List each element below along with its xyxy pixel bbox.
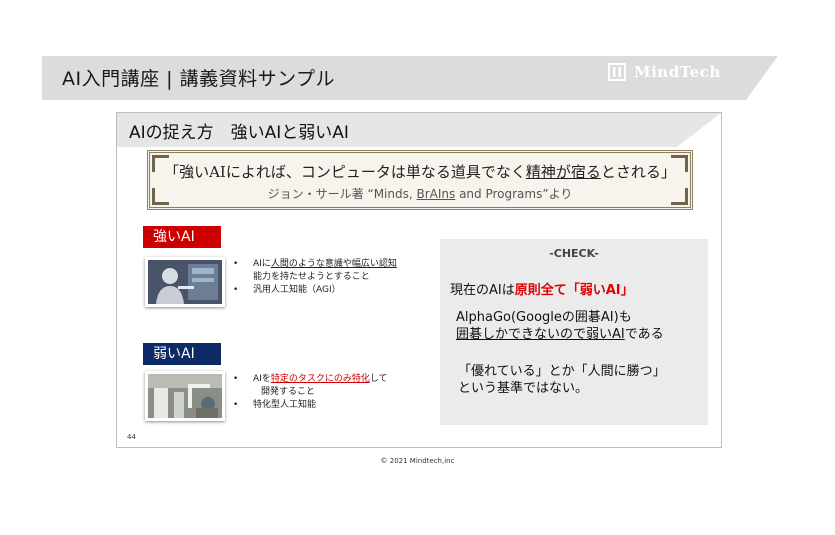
check-example-emphasis: 囲碁しかできないので弱いAI: [456, 327, 625, 342]
check-note-line: 「優れている」とか「人間に勝つ」: [458, 364, 666, 379]
list-item: 開発すること: [233, 386, 388, 399]
check-example: AlphaGo(Googleの囲碁AI)も 囲碁しかできないので弱いAIである: [456, 309, 664, 343]
quote-text: 「強いAIによれば、コンピュータは単なる道具でなく精神が宿るとされる」: [150, 161, 690, 182]
quote-source-part: and Programs”より: [455, 187, 573, 201]
quote-frame: 「強いAIによれば、コンピュータは単なる道具でなく精神が宿るとされる」 ジョン・…: [147, 150, 693, 210]
weak-ai-image: [145, 371, 225, 421]
check-note: 「優れている」とか「人間に勝つ」 という基準ではない。: [458, 363, 666, 397]
quote-source-part: ジョン・サール著 “Minds,: [267, 187, 417, 201]
quote-source: ジョン・サール著 “Minds, BrAIns and Programs”より: [150, 185, 690, 202]
page-number: 44: [127, 433, 136, 441]
list-item: AIに人間のような意識や幅広い認知: [233, 258, 397, 271]
check-example-line: AlphaGo(Googleの囲碁AI)も: [456, 310, 632, 325]
weak-ai-badge: 弱いAI: [143, 343, 221, 365]
slide-title: AIの捉え方 強いAIと弱いAI: [129, 123, 349, 143]
list-item: 特化型人工知能: [233, 399, 388, 412]
check-panel: -CHECK- 現在のAIは原則全て「弱いAI」 AlphaGo(Googleの…: [440, 239, 708, 425]
bullet-text-emphasis: 人間のような意識や幅広い認知: [270, 259, 397, 269]
copyright: © 2021 Mindtech,inc: [380, 457, 455, 465]
brand-name: MindTech: [634, 63, 721, 81]
check-note-line: という基準ではない。: [458, 381, 589, 396]
bullet-text-emphasis: 特定のタスクにのみ特化: [270, 374, 370, 384]
header-title: AI入門講座 | 講義資料サンプル: [62, 68, 336, 90]
strong-ai-bullets: AIに人間のような意識や幅広い認知 能力を持たせようとすること 汎用人工知能（A…: [233, 258, 397, 297]
check-example-part: である: [624, 327, 664, 342]
strong-ai-image: [145, 257, 225, 307]
slide: AIの捉え方 強いAIと弱いAI 「強いAIによれば、コンピュータは単なる道具で…: [116, 112, 722, 448]
bullet-text: して: [369, 374, 388, 384]
weak-ai-bullets: AIを特定のタスクにのみ特化して 開発すること 特化型人工知能: [233, 373, 388, 412]
quote-text-part: とされる」: [600, 163, 676, 181]
check-statement-emphasis: 原則全て「弱いAI」: [514, 283, 634, 298]
list-item: AIを特定のタスクにのみ特化して: [233, 373, 388, 386]
check-example-line: 囲碁しかできないので弱いAIである: [456, 326, 664, 343]
bullet-text: AIに: [253, 259, 271, 269]
quote-text-part: 「強いAIによれば、コンピュータは単なる道具でなく: [164, 163, 526, 181]
list-item: 汎用人工知能（AGI）: [233, 284, 397, 297]
mindtech-logo-icon: [608, 63, 626, 81]
check-statement: 現在のAIは原則全て「弱いAI」: [450, 279, 634, 298]
brand: MindTech: [608, 63, 721, 81]
check-statement-part: 現在のAIは: [450, 283, 515, 298]
quote-text-emphasis: 精神が宿る: [525, 163, 601, 181]
bullet-text: AIを: [253, 374, 271, 384]
list-item: 能力を持たせようとすること: [253, 272, 370, 282]
strong-ai-badge: 強いAI: [143, 226, 221, 248]
bullet-text: 開発すること: [261, 387, 316, 397]
check-title: -CHECK-: [549, 247, 599, 260]
quote-source-emphasis: BrAIns: [416, 187, 456, 201]
